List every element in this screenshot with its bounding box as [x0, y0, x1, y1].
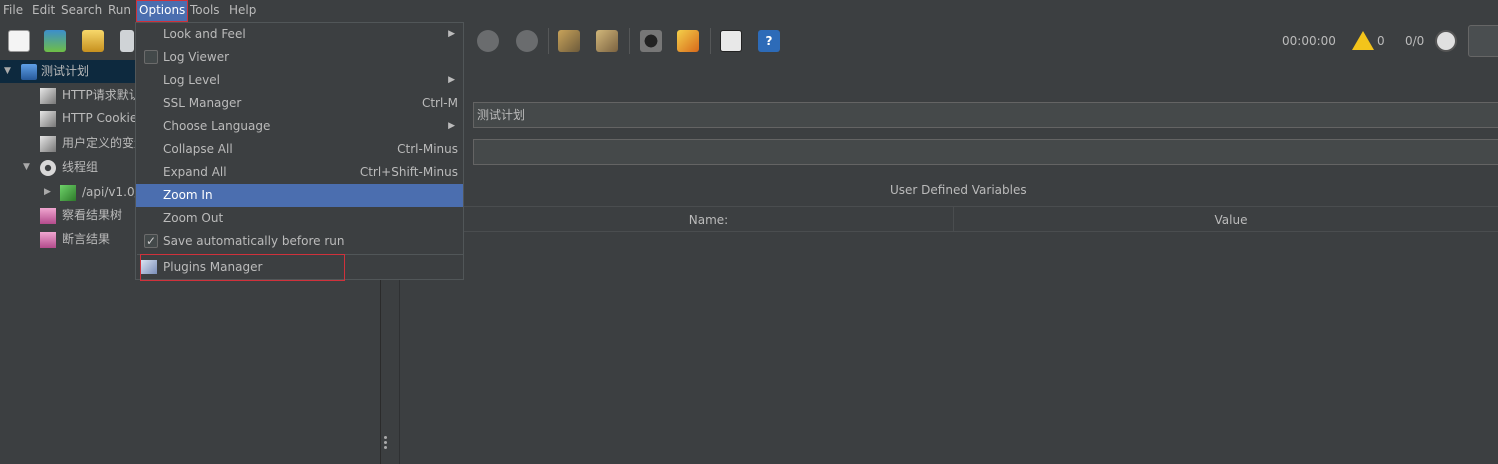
tree-item-label: 用户定义的变量 — [62, 136, 147, 150]
menu-item-zoom-in[interactable]: Zoom In — [136, 184, 463, 207]
warning-icon[interactable] — [1352, 31, 1374, 50]
menu-item-save-automatically[interactable]: Save automatically before run — [136, 230, 463, 253]
highlight-box — [140, 254, 345, 281]
search-binoculars-icon[interactable] — [640, 30, 662, 52]
templates-icon[interactable] — [44, 30, 66, 52]
udv-title: User Defined Variables — [890, 183, 1027, 197]
menu-item-log-level[interactable]: Log Level ▶ — [136, 69, 463, 92]
comments-field[interactable] — [473, 139, 1498, 165]
menu-file[interactable]: File — [3, 0, 23, 22]
function-helper-icon[interactable] — [720, 30, 742, 52]
menu-bar: File Edit Search Run Options Tools Help — [0, 0, 1498, 22]
new-file-icon[interactable] — [8, 30, 30, 52]
wrench-icon — [40, 111, 56, 127]
wrench-icon — [40, 136, 56, 152]
checkbox-icon[interactable] — [144, 50, 158, 64]
menu-item-choose-language[interactable]: Choose Language ▶ — [136, 115, 463, 138]
name-field[interactable]: 测试计划 — [473, 102, 1498, 128]
menu-search[interactable]: Search — [61, 0, 102, 22]
tree-item-label: 测试计划 — [41, 64, 90, 78]
flask-icon — [21, 64, 37, 80]
clear-icon[interactable] — [558, 30, 580, 52]
submenu-arrow-icon: ▶ — [448, 75, 455, 85]
open-folder-icon[interactable] — [82, 30, 104, 52]
menu-options[interactable]: Options — [136, 0, 188, 22]
stop-icon[interactable] — [477, 30, 499, 52]
submenu-arrow-icon: ▶ — [448, 29, 455, 39]
menu-item-collapse-all[interactable]: Collapse All Ctrl-Minus — [136, 138, 463, 161]
help-icon[interactable]: ? — [758, 30, 780, 52]
tree-item-test-plan[interactable]: ▼ 测试计划 — [0, 60, 136, 83]
gear-icon — [40, 160, 56, 176]
menu-edit[interactable]: Edit — [32, 0, 55, 22]
clear-all-icon[interactable] — [596, 30, 618, 52]
wrench-icon — [40, 88, 56, 104]
chart-icon — [40, 208, 56, 224]
pipette-icon — [60, 185, 76, 201]
submenu-arrow-icon: ▶ — [448, 121, 455, 131]
warning-count: 0 — [1377, 34, 1385, 48]
save-icon[interactable] — [120, 30, 134, 52]
menu-item-ssl-manager[interactable]: SSL Manager Ctrl-M — [136, 92, 463, 115]
menu-tools[interactable]: Tools — [190, 0, 220, 22]
options-menu: Look and Feel ▶ Log Viewer Log Level ▶ S… — [135, 22, 464, 280]
shutdown-icon[interactable] — [516, 30, 538, 52]
menu-run[interactable]: Run — [108, 0, 131, 22]
plugins-toolbar-button[interactable] — [1468, 25, 1498, 57]
tree-item-label: 察看结果树 — [62, 208, 123, 222]
elapsed-timer: 00:00:00 — [1282, 34, 1336, 48]
menu-item-log-viewer[interactable]: Log Viewer — [136, 46, 463, 69]
tree-item-label: 线程组 — [62, 160, 99, 174]
menu-help[interactable]: Help — [229, 0, 256, 22]
reset-broom-icon[interactable] — [677, 30, 699, 52]
remote-status-icon[interactable] — [1435, 30, 1457, 52]
checkbox-checked-icon[interactable] — [144, 230, 158, 253]
column-header-name[interactable]: Name: — [464, 206, 954, 232]
chart-icon — [40, 232, 56, 248]
tree-item-label: 断言结果 — [62, 232, 111, 246]
menu-item-expand-all[interactable]: Expand All Ctrl+Shift-Minus — [136, 161, 463, 184]
menu-item-zoom-out[interactable]: Zoom Out — [136, 207, 463, 230]
thread-count: 0/0 — [1405, 34, 1425, 48]
menu-item-look-and-feel[interactable]: Look and Feel ▶ — [136, 23, 463, 46]
column-header-value[interactable]: Value — [954, 206, 1498, 232]
